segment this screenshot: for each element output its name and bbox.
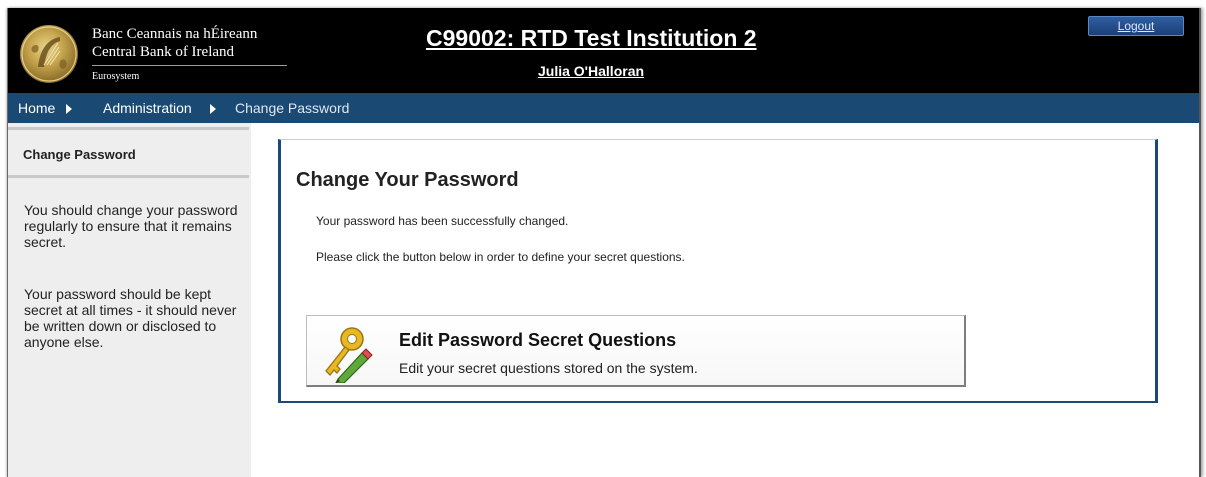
user-name-link[interactable]: Julia O'Halloran <box>538 63 644 79</box>
harp-seal-icon <box>20 25 78 83</box>
sidebar-help-text: You should change your password regularl… <box>24 202 238 250</box>
eurosystem-label: Eurosystem <box>92 71 140 82</box>
page-title: Change Your Password <box>296 169 519 191</box>
header: Banc Ceannais na hÉireann Central Bank o… <box>8 8 1199 93</box>
help-sidebar: Change Password You should change your p… <box>8 123 251 477</box>
bank-logo: Banc Ceannais na hÉireann Central Bank o… <box>20 20 290 90</box>
sidebar-divider <box>8 127 249 130</box>
breadcrumb-administration[interactable]: Administration <box>103 100 192 116</box>
key-pencil-icon <box>316 323 376 384</box>
sidebar-help-text: Your password should be kept secret at a… <box>24 286 237 350</box>
logo-divider <box>92 65 287 66</box>
breadcrumb: Home Administration Change Password <box>8 93 1199 123</box>
breadcrumb-arrow-icon <box>66 104 72 114</box>
institution-title[interactable]: C99002: RTD Test Institution 2 <box>426 25 757 52</box>
app-window: Banc Ceannais na hÉireann Central Bank o… <box>7 8 1201 477</box>
instruction-text: Please click the button below in order t… <box>316 250 685 264</box>
button-description: Edit your secret questions stored on the… <box>399 360 698 376</box>
breadcrumb-home[interactable]: Home <box>18 100 55 116</box>
breadcrumb-arrow-icon <box>210 104 216 114</box>
breadcrumb-current-page: Change Password <box>235 100 350 116</box>
bank-name-english: Central Bank of Ireland <box>92 44 235 60</box>
success-message: Your password has been successfully chan… <box>316 214 569 228</box>
bank-name-irish: Banc Ceannais na hÉireann <box>92 26 258 42</box>
sidebar-divider <box>8 175 249 178</box>
change-password-panel: Change Your Password Your password has b… <box>278 139 1158 403</box>
logout-button[interactable]: Logout <box>1088 16 1184 36</box>
sidebar-title: Change Password <box>23 147 136 162</box>
edit-secret-questions-button[interactable]: Edit Password Secret Questions Edit your… <box>306 315 966 387</box>
button-title: Edit Password Secret Questions <box>399 330 677 350</box>
